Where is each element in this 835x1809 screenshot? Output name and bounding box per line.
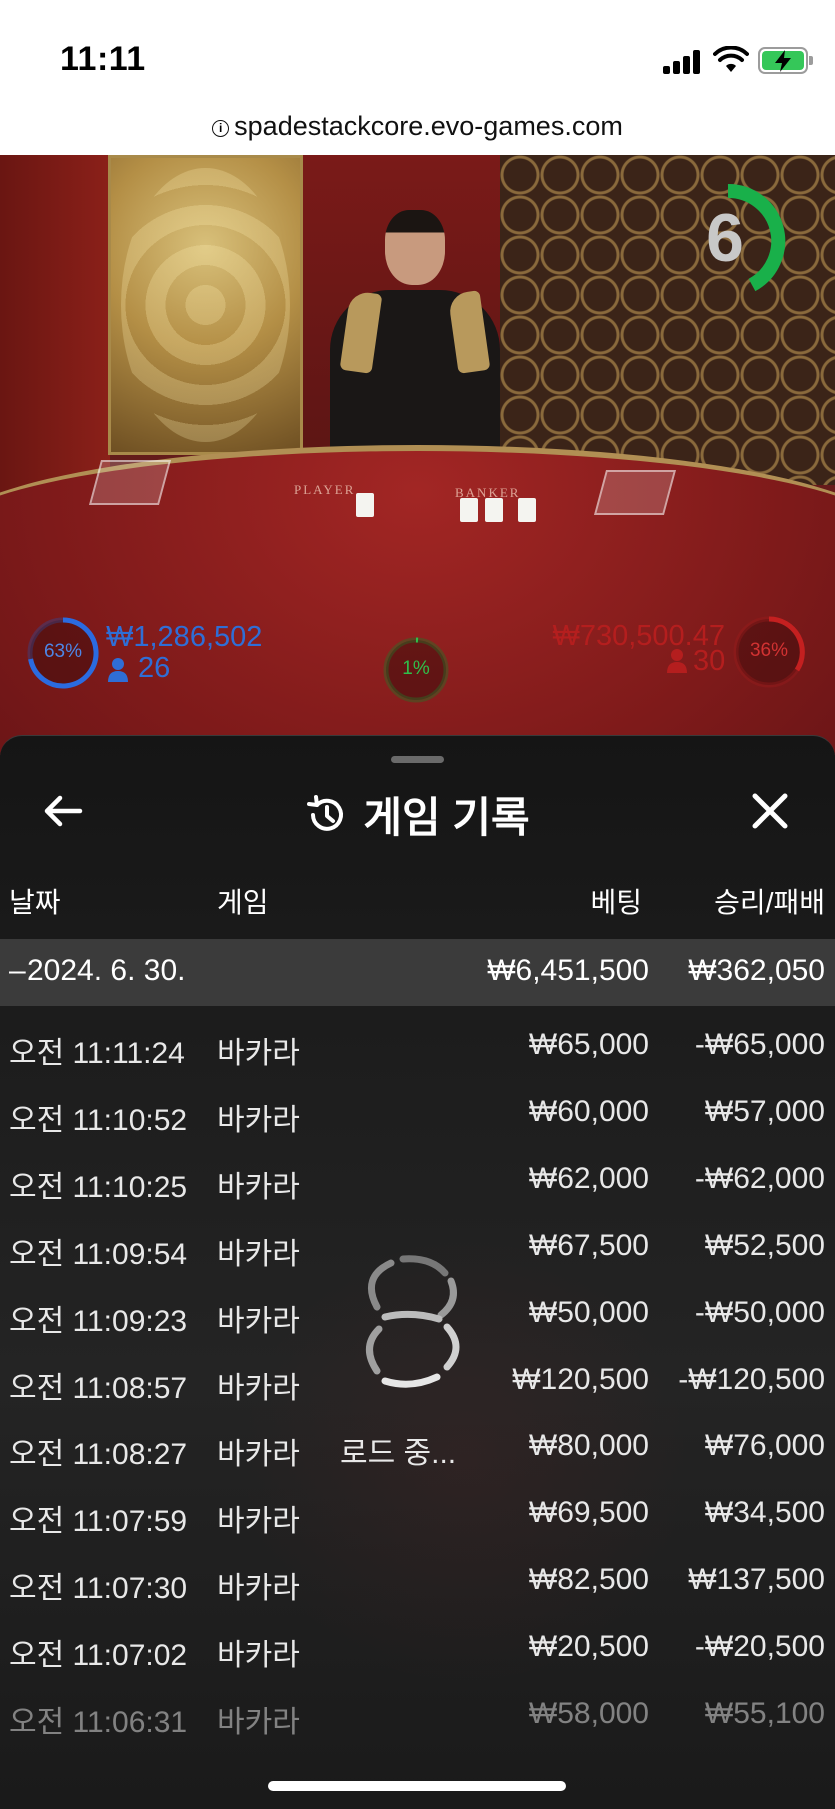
row-game: 바카라 [217,1237,300,1271]
signal-icon [663,50,703,74]
row-game: 바카라 [217,1304,300,1338]
close-icon[interactable] [745,786,795,836]
day-total-winloss: ₩362,050 [688,954,825,987]
row-game: 바카라 [217,1572,300,1606]
live-game-video: PLAYER BANKER 6 63% ₩1,286,502 26 ₩730,5… [0,155,835,755]
column-header-date: 날짜 [9,887,61,918]
history-row[interactable]: 오전 11:06:31 바카라 ₩58,000 ₩55,100 [0,1681,835,1748]
row-time: 오전 11:10:52 [9,1103,188,1137]
url-bar[interactable]: i spadestackcore.evo-games.com [0,100,835,155]
collapse-toggle[interactable]: – [9,954,26,988]
row-bet: ₩58,000 [528,1697,649,1730]
player-percent: 63% [43,641,83,662]
home-indicator[interactable] [268,1781,566,1791]
row-time: 오전 11:09:23 [9,1304,188,1338]
row-game: 바카라 [217,1438,300,1472]
tie-percent: 1% [402,658,430,679]
playing-card [485,498,503,522]
row-winloss: ₩57,000 [704,1094,825,1128]
row-time: 오전 11:08:27 [9,1438,188,1472]
drag-handle[interactable] [391,756,444,763]
row-winloss: ₩34,500 [704,1496,825,1530]
row-winloss: -₩20,500 [694,1630,825,1664]
row-game: 바카라 [217,1371,300,1405]
playing-card [460,498,478,522]
row-time: 오전 11:09:54 [9,1237,188,1271]
player-bet-amount: ₩1,286,502 [106,621,263,653]
row-time: 오전 11:07:02 [9,1639,188,1673]
row-time: 오전 11:11:24 [9,1037,185,1070]
card-shoe [88,460,172,505]
row-winloss: ₩76,000 [704,1429,825,1463]
history-row[interactable]: 오전 11:07:02 바카라 ₩20,500 -₩20,500 [0,1614,835,1681]
row-bet: ₩82,500 [528,1563,649,1597]
backdrop-gold-panel [108,155,303,455]
row-winloss: -₩62,000 [694,1161,825,1195]
row-bet: ₩67,500 [528,1228,649,1262]
wifi-icon [713,46,749,72]
user-icon [667,649,687,673]
history-row[interactable]: 오전 11:10:25 바카라 ₩62,000 -₩62,000 [0,1146,835,1213]
row-time: 오전 11:07:59 [9,1505,188,1539]
row-time: 오전 11:10:25 [9,1170,188,1204]
row-bet: ₩69,500 [528,1496,649,1530]
banker-count: 30 [693,645,726,677]
row-winloss: ₩137,500 [688,1563,825,1597]
history-row[interactable]: 오전 11:07:59 바카라 ₩69,500 ₩34,500 [0,1480,835,1547]
row-bet: ₩120,500 [512,1362,649,1396]
column-header-winloss: 승리/패배 [714,887,825,918]
row-bet: ₩20,500 [528,1630,649,1664]
url-text: spadestackcore.evo-games.com [234,111,623,141]
history-row[interactable]: 오전 11:11:24 바카라 ₩65,000 -₩65,000 [0,1012,835,1079]
column-header-bet: 베팅 [590,887,642,918]
row-bet: ₩60,000 [528,1094,649,1128]
row-time: 오전 11:08:57 [9,1371,188,1405]
day-total-bet: ₩6,451,500 [487,954,649,987]
row-bet: ₩50,000 [528,1295,649,1329]
sheet-header: 게임 기록 [0,784,835,841]
row-game: 바카라 [217,1639,300,1673]
row-winloss: -₩50,000 [694,1295,825,1329]
row-game: 바카라 [217,1505,300,1539]
row-bet: ₩80,000 [528,1429,649,1463]
row-winloss: -₩65,000 [694,1028,825,1061]
playing-card [518,498,536,522]
row-bet: ₩62,000 [528,1161,649,1195]
banker-percent: 36% [749,640,789,661]
card-discard-tray [593,470,677,515]
sheet-title: 게임 기록 [363,794,530,841]
history-row[interactable]: 오전 11:07:30 바카라 ₩82,500 ₩137,500 [0,1547,835,1614]
row-game: 바카라 [217,1103,300,1137]
row-winloss: -₩120,500 [678,1362,825,1396]
row-winloss: ₩52,500 [704,1228,825,1262]
row-game: 바카라 [217,1706,300,1739]
history-row[interactable]: 오전 11:10:52 바카라 ₩60,000 ₩57,000 [0,1079,835,1146]
row-game: 바카라 [217,1037,300,1070]
day-summary-row[interactable]: – 2024. 6. 30. ₩6,451,500 ₩362,050 [0,939,835,1006]
dealer [330,210,500,460]
user-icon [108,658,128,682]
countdown-number: 6 [706,200,744,276]
battery-charging-icon [758,47,813,74]
row-time: 오전 11:06:31 [9,1706,188,1739]
history-icon [307,794,344,831]
column-header-game: 게임 [217,887,269,918]
loading-text: 로드 중... [340,1437,457,1470]
info-icon[interactable]: i [212,120,230,137]
status-time: 11:11 [60,40,146,78]
player-count: 26 [138,652,171,684]
loading-spinner-icon [366,1255,460,1388]
playing-card [356,493,374,517]
row-game: 바카라 [217,1170,300,1204]
row-time: 오전 11:07:30 [9,1572,188,1606]
table-label-player: PLAYER [294,482,356,497]
row-bet: ₩65,000 [528,1028,649,1061]
status-bar: 11:11 [0,0,835,100]
day-date: 2024. 6. 30. [27,954,186,987]
row-winloss: ₩55,100 [704,1697,825,1730]
